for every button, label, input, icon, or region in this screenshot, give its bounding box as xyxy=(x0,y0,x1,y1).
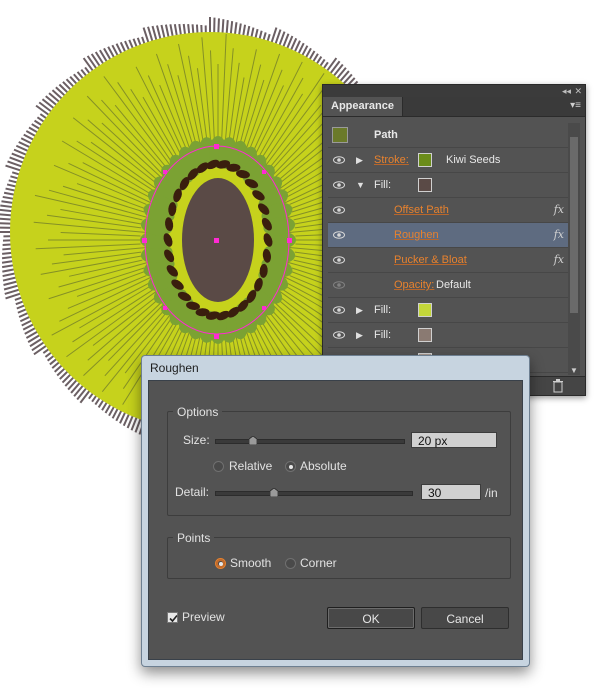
roughen-dialog: Roughen Options Size: 20 px Relative Abs… xyxy=(141,355,530,667)
corner-radio[interactable] xyxy=(285,558,296,569)
effect-label[interactable]: Pucker & Bloat xyxy=(394,248,467,272)
panel-tab-bar: Appearance ▾≡ xyxy=(323,97,585,117)
absolute-radio[interactable] xyxy=(285,461,296,472)
appearance-row[interactable]: Opacity: Default xyxy=(328,273,568,298)
points-title: Points xyxy=(173,531,215,545)
detail-label: Detail: xyxy=(175,485,210,499)
appearance-row[interactable]: Offset Path fx xyxy=(328,198,568,223)
trash-icon[interactable] xyxy=(551,379,565,393)
collapse-icon[interactable]: ◂◂ xyxy=(562,85,571,97)
detail-field[interactable]: 30 xyxy=(421,484,481,500)
fx-icon[interactable]: fx xyxy=(554,248,564,272)
appearance-panel: ◂◂ ✕ Appearance ▾≡ Path ▶ Stroke: Kiwi Seed… xyxy=(322,84,586,396)
visibility-toggle[interactable] xyxy=(328,198,350,222)
eye-icon xyxy=(333,206,345,214)
color-swatch[interactable] xyxy=(418,178,432,192)
appearance-row[interactable]: ▶ Fill: xyxy=(328,298,568,323)
triangle-down-icon[interactable]: ▼ xyxy=(356,173,365,197)
fx-icon[interactable]: fx xyxy=(554,198,564,222)
smooth-radio[interactable] xyxy=(215,558,226,569)
detail-slider[interactable] xyxy=(215,491,413,496)
scroll-down-icon[interactable]: ▼ xyxy=(570,366,578,375)
triangle-right-icon[interactable]: ▶ xyxy=(356,148,363,172)
appearance-row[interactable]: ▶ Stroke: Kiwi Seeds xyxy=(328,148,568,173)
size-slider[interactable] xyxy=(215,439,405,444)
color-swatch[interactable] xyxy=(418,328,432,342)
fx-icon[interactable]: fx xyxy=(554,223,564,247)
size-slider-thumb[interactable] xyxy=(248,436,257,445)
row-value: Kiwi Seeds xyxy=(446,154,501,166)
row-label[interactable]: Fill: xyxy=(374,173,391,197)
visibility-toggle[interactable] xyxy=(328,223,350,247)
visibility-toggle[interactable] xyxy=(328,173,350,197)
opacity-label[interactable]: Opacity: xyxy=(394,273,434,297)
triangle-right-icon[interactable]: ▶ xyxy=(356,298,363,322)
visibility-toggle[interactable] xyxy=(328,148,350,172)
row-label[interactable]: Stroke: xyxy=(374,148,409,172)
scrollbar-thumb[interactable] xyxy=(570,137,578,313)
eye-icon xyxy=(333,156,345,164)
color-swatch[interactable] xyxy=(418,303,432,317)
visibility-toggle[interactable] xyxy=(328,298,350,322)
panel-scrollbar[interactable]: ▼ xyxy=(568,123,580,375)
check-icon xyxy=(169,614,178,623)
options-title: Options xyxy=(173,405,223,419)
tab-appearance[interactable]: Appearance xyxy=(323,97,403,116)
opacity-value: Default xyxy=(436,279,471,291)
eye-icon xyxy=(333,331,345,339)
effect-label[interactable]: Offset Path xyxy=(394,198,449,222)
appearance-row[interactable]: Path xyxy=(328,123,568,148)
visibility-toggle[interactable] xyxy=(328,273,350,297)
appearance-list: Path ▶ Stroke: Kiwi Seeds ▼ Fill: Offset Path f… xyxy=(328,123,568,375)
detail-slider-thumb[interactable] xyxy=(269,488,278,497)
absolute-label[interactable]: Absolute xyxy=(300,459,347,473)
appearance-row[interactable]: Pucker & Bloat fx xyxy=(328,248,568,273)
panel-title-bar[interactable]: ◂◂ ✕ xyxy=(323,85,585,97)
ok-button[interactable]: OK xyxy=(327,607,415,629)
eye-icon xyxy=(333,231,345,239)
cancel-button[interactable]: Cancel xyxy=(421,607,509,629)
appearance-row[interactable]: ▶ Fill: xyxy=(328,323,568,348)
detail-unit: /in xyxy=(485,486,498,500)
close-icon[interactable]: ✕ xyxy=(574,85,582,97)
color-swatch[interactable] xyxy=(418,153,432,167)
preview-checkbox[interactable] xyxy=(167,612,178,623)
eye-icon xyxy=(333,181,345,189)
row-label[interactable]: Fill: xyxy=(374,298,391,322)
relative-radio[interactable] xyxy=(213,461,224,472)
relative-label[interactable]: Relative xyxy=(229,459,272,473)
effect-label[interactable]: Roughen xyxy=(394,223,439,247)
eye-icon xyxy=(333,256,345,264)
row-label: Path xyxy=(374,129,398,141)
eye-icon xyxy=(333,281,345,289)
appearance-row[interactable]: Roughen fx xyxy=(328,223,568,248)
row-label[interactable]: Fill: xyxy=(374,323,391,347)
corner-label[interactable]: Corner xyxy=(300,556,337,570)
visibility-toggle[interactable] xyxy=(328,248,350,272)
panel-menu-icon[interactable]: ▾≡ xyxy=(570,100,581,111)
path-thumbnail xyxy=(332,127,348,143)
eye-icon xyxy=(333,306,345,314)
preview-label[interactable]: Preview xyxy=(182,610,225,624)
triangle-right-icon[interactable]: ▶ xyxy=(356,323,363,347)
dialog-body: Options Size: 20 px Relative Absolute De… xyxy=(148,380,523,660)
dialog-title: Roughen xyxy=(150,361,199,375)
visibility-toggle[interactable] xyxy=(328,323,350,347)
smooth-label[interactable]: Smooth xyxy=(230,556,271,570)
size-field[interactable]: 20 px xyxy=(411,432,497,448)
size-label: Size: xyxy=(183,433,210,447)
appearance-row[interactable]: ▼ Fill: xyxy=(328,173,568,198)
